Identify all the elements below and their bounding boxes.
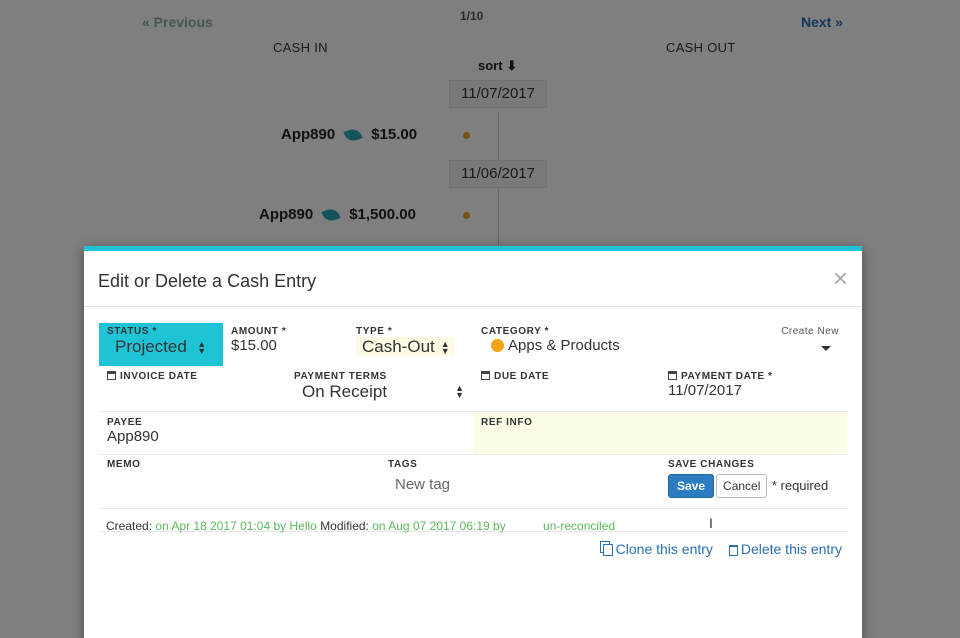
- close-icon[interactable]: ×: [833, 265, 848, 291]
- select-arrows-icon: ▲ ▼: [440, 338, 450, 356]
- payment-terms-field: PAYMENT TERMS On Receipt ▲ ▼: [294, 371, 464, 402]
- status-field[interactable]: STATUS * Projected ▲ ▼: [99, 323, 223, 366]
- modal-title: Edit or Delete a Cash Entry: [98, 271, 317, 291]
- payment-date-input[interactable]: 11/07/2017: [668, 382, 742, 399]
- category-color-icon: [491, 339, 504, 352]
- payment-terms-select[interactable]: On Receipt ▲ ▼: [294, 382, 464, 402]
- amount-input[interactable]: $15.00: [231, 337, 277, 354]
- select-arrows-icon: ▲ ▼: [197, 338, 207, 356]
- type-field: TYPE * Cash-Out ▲ ▼: [356, 326, 454, 357]
- save-changes-field: SAVE CHANGES Save Cancel * required: [668, 459, 828, 498]
- category-select[interactable]: Apps & Products: [481, 337, 847, 354]
- create-new-link[interactable]: Create New: [781, 326, 839, 337]
- tags-field: TAGS New tag: [388, 459, 588, 493]
- created-info: on Apr 18 2017 01:04 by Hello: [155, 519, 317, 533]
- invoice-date-field[interactable]: INVOICE DATE: [107, 371, 198, 382]
- delete-entry-link[interactable]: Delete this entry: [717, 541, 842, 557]
- text-cursor-icon: I: [709, 515, 713, 531]
- trash-icon: [728, 545, 738, 556]
- payee-input[interactable]: App890: [107, 428, 159, 445]
- status-select[interactable]: Projected: [107, 337, 187, 356]
- select-arrows-icon: ▲ ▼: [455, 383, 464, 400]
- new-tag-input[interactable]: New tag: [388, 476, 588, 493]
- calendar-icon: [668, 371, 677, 380]
- required-note: * required: [771, 478, 829, 493]
- clone-entry-link[interactable]: Clone this entry: [602, 541, 713, 557]
- calendar-icon: [481, 371, 490, 380]
- calendar-icon: [107, 371, 116, 380]
- reconcile-status[interactable]: un-reconciled: [543, 519, 615, 533]
- category-field: CATEGORY * Create New Apps & Products: [481, 326, 847, 354]
- payment-date-field[interactable]: PAYMENT DATE * 11/07/2017: [668, 371, 773, 400]
- entry-actions: Clone this entry Delete this entry: [602, 541, 842, 557]
- payee-field: PAYEE App890: [107, 417, 159, 445]
- modified-info: on Aug 07 2017 06:19 by: [372, 519, 506, 533]
- type-select[interactable]: Cash-Out ▲ ▼: [356, 337, 454, 356]
- cancel-button[interactable]: Cancel: [716, 474, 768, 498]
- edit-cash-entry-modal: Edit or Delete a Cash Entry × STATUS * P…: [84, 246, 862, 638]
- save-button[interactable]: Save: [668, 474, 715, 498]
- amount-field: AMOUNT * $15.00: [231, 326, 287, 354]
- chevron-down-icon: [821, 346, 831, 351]
- due-date-field[interactable]: DUE DATE: [481, 371, 549, 382]
- divider: [99, 454, 847, 455]
- modal-header: Edit or Delete a Cash Entry ×: [84, 251, 862, 307]
- copy-icon: [602, 544, 613, 556]
- memo-field[interactable]: MEMO: [107, 459, 141, 470]
- divider: [99, 508, 847, 509]
- ref-info-field[interactable]: REF INFO: [473, 412, 847, 454]
- entry-metadata: Created: on Apr 18 2017 01:04 by Hello M…: [106, 519, 616, 533]
